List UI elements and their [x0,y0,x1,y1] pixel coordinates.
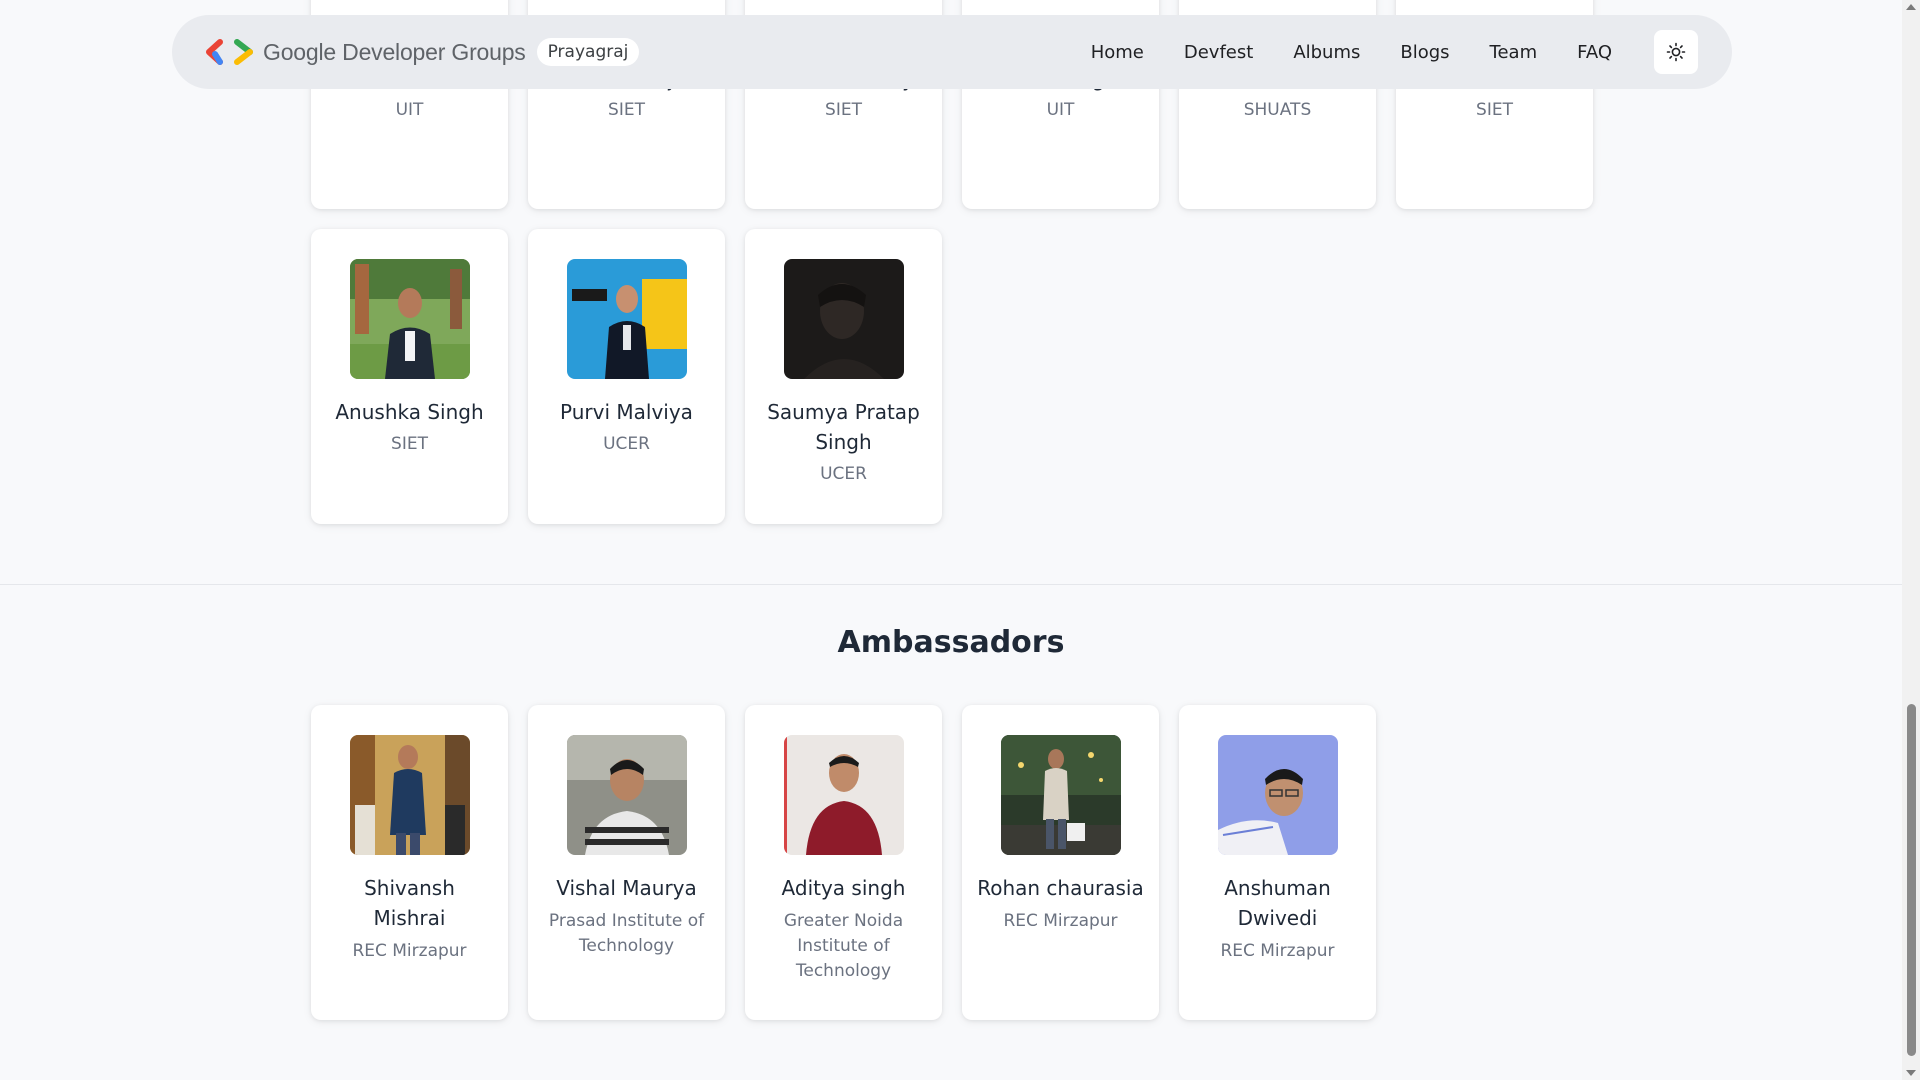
member-photo [1217,735,1338,855]
ambassador-card: Anshuman Dwivedi REC Mirzapur [1179,705,1376,1020]
nav-link-devfest[interactable]: Devfest [1184,42,1253,63]
member-org: REC Mirzapur [1003,911,1118,931]
member-org: SIET [825,100,862,120]
member-org: UCER [820,464,867,484]
chapter-chip: Prayagraj [536,38,640,66]
team-card: Saumya Pratap Singh UCER [745,229,942,524]
scroll-down-arrow-icon[interactable] [1906,1070,1916,1076]
member-name: Shivansh Mishrai [364,876,455,930]
section-divider [0,584,1902,585]
member-org: REC Mirzapur [1220,941,1335,961]
member-photo [566,735,687,855]
nav-link-faq[interactable]: FAQ [1577,42,1612,63]
ambassador-card: Rohan chaurasia REC Mirzapur [962,705,1159,1020]
ambassador-card: Aditya singh Greater Noida Institute of … [745,705,942,1020]
member-photo [1000,735,1121,855]
member-name: Anshuman Dwivedi [1224,876,1331,930]
member-org: SIET [391,434,428,454]
sun-icon [1666,42,1686,62]
nav-link-home[interactable]: Home [1091,42,1144,63]
member-org: Prasad Institute of Technology [548,911,705,956]
navbar: Google Developer Groups Prayagraj Home D… [172,15,1732,89]
member-org: Greater Noida Institute of Technology [783,911,904,981]
nav-link-albums[interactable]: Albums [1293,42,1360,63]
ambassador-card: Vishal Maurya Prasad Institute of Techno… [528,705,725,1020]
member-org: SIET [1476,100,1513,120]
theme-toggle-button[interactable] [1654,30,1698,74]
member-name: Vishal Maurya [556,876,697,900]
brand-name: Google Developer Groups [263,38,526,65]
member-photo [783,259,904,379]
member-org: UIT [395,100,424,120]
nav-link-team[interactable]: Team [1490,42,1538,63]
member-photo [566,259,687,379]
member-org: UIT [1046,100,1075,120]
brand[interactable]: Google Developer Groups Prayagraj [206,38,640,66]
scroll-thumb[interactable] [1907,704,1916,1056]
gdg-logo-icon [206,39,253,65]
member-name: Saumya Pratap Singh [767,400,920,454]
ambassador-card: Shivansh Mishrai REC Mirzapur [311,705,508,1020]
member-name: Rohan chaurasia [977,876,1144,900]
scroll-up-arrow-icon[interactable] [1906,4,1916,10]
member-name: Aditya singh [781,876,906,900]
member-org: SIET [608,100,645,120]
team-card: Anushka Singh SIET [311,229,508,524]
team-card: Purvi Malviya UCER [528,229,725,524]
member-name: Purvi Malviya [560,400,693,424]
member-photo [349,259,470,379]
member-org: UCER [603,434,650,454]
member-name: Anushka Singh [335,400,484,424]
member-org: SHUATS [1243,100,1312,120]
section-title: Ambassadors [837,625,1065,660]
member-org: REC Mirzapur [352,941,467,961]
nav-link-blogs[interactable]: Blogs [1400,42,1449,63]
nav-links: Home Devfest Albums Blogs Team FAQ [1071,30,1698,74]
page-scrollbar[interactable] [1902,0,1920,1080]
member-photo [783,735,904,855]
member-photo [349,735,470,855]
